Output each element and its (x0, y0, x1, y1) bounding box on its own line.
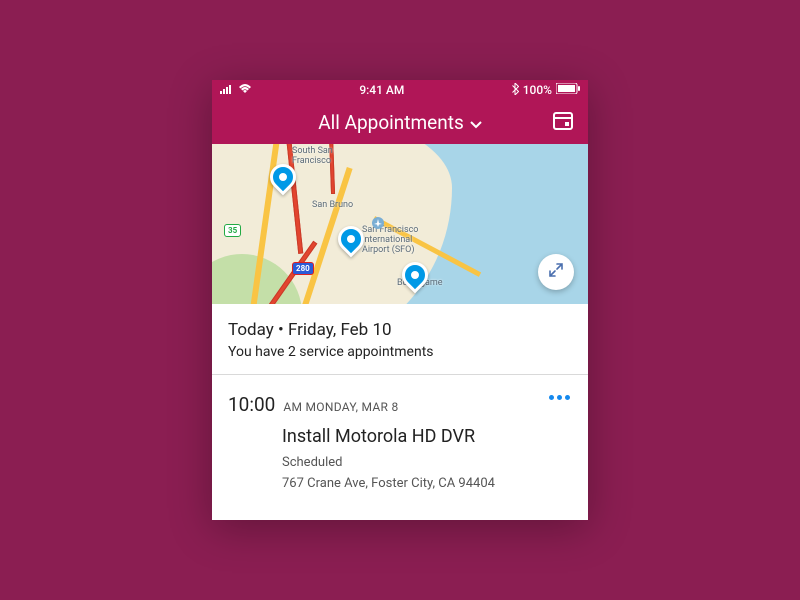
today-header: Today • Friday, Feb 10 You have 2 servic… (212, 304, 588, 375)
appointment-time-row: 10:00 AM MONDAY, MAR 8 (228, 393, 572, 416)
today-subtext: You have 2 service appointments (228, 344, 572, 360)
signal-icon (220, 83, 234, 97)
status-left (220, 83, 252, 97)
appointment-time: 10:00 (228, 393, 275, 416)
shield-i280: 280 (292, 262, 314, 275)
battery-icon (556, 83, 580, 97)
today-headline: Today • Friday, Feb 10 (228, 320, 572, 340)
phone-frame: 9:41 AM 100% All Appointments (212, 80, 588, 520)
status-bar: 9:41 AM 100% (212, 80, 588, 100)
appointment-card[interactable]: 10:00 AM MONDAY, MAR 8 Install Motorola … (212, 375, 588, 507)
map-background: South San Francisco San Bruno San Franci… (212, 144, 588, 304)
map-label-ssf: South San Francisco (292, 146, 333, 166)
status-right: 100% (512, 83, 580, 98)
chevron-down-icon (470, 111, 482, 134)
map-label-sfo: San Francisco International Airport (SFO… (362, 226, 418, 256)
map-label-sanbruno: San Bruno (312, 200, 353, 210)
calendar-button[interactable] (552, 109, 574, 135)
shield-ca35: 35 (224, 224, 241, 237)
appointment-day: AM MONDAY, MAR 8 (283, 400, 398, 414)
bluetooth-icon (512, 83, 519, 98)
more-actions-button[interactable] (549, 395, 570, 400)
calendar-icon (552, 116, 574, 135)
appointment-address: 767 Crane Ave, Foster City, CA 94404 (282, 476, 572, 491)
appointment-title: Install Motorola HD DVR (282, 426, 572, 447)
nav-title-label: All Appointments (318, 111, 464, 134)
wifi-icon (238, 83, 252, 97)
nav-title-dropdown[interactable]: All Appointments (318, 111, 482, 134)
map-view[interactable]: South San Francisco San Bruno San Franci… (212, 144, 588, 304)
status-time: 9:41 AM (359, 83, 404, 97)
expand-icon (548, 262, 564, 282)
battery-pct: 100% (523, 83, 552, 97)
expand-map-button[interactable] (538, 254, 574, 290)
appointment-status: Scheduled (282, 455, 572, 470)
nav-bar: All Appointments (212, 100, 588, 144)
airport-icon (372, 214, 384, 233)
